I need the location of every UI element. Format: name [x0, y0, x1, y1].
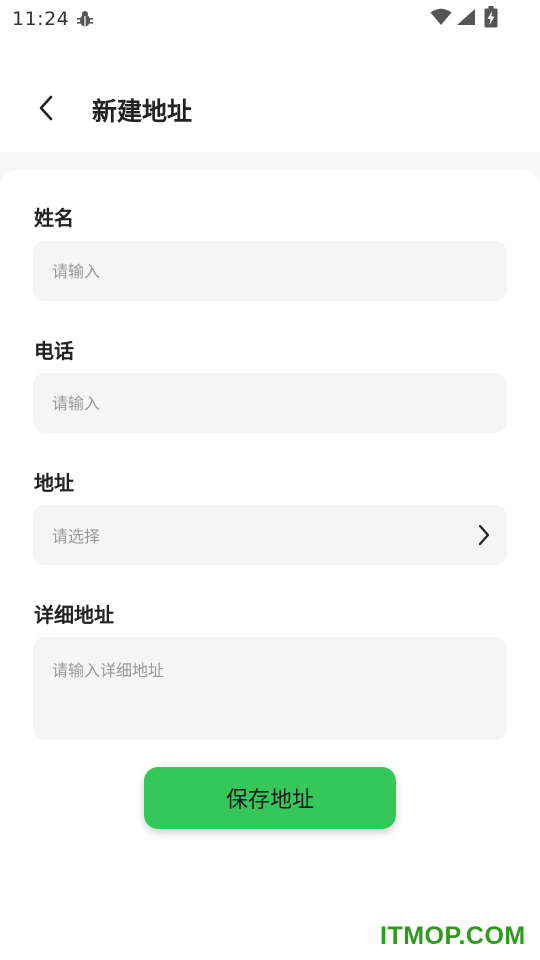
save-address-button[interactable]: 保存地址: [144, 767, 396, 829]
detail-address-field: [33, 637, 507, 740]
back-button[interactable]: [26, 88, 66, 128]
phone-input[interactable]: [33, 373, 507, 433]
detail-address-label: 详细地址: [34, 603, 114, 627]
address-label: 地址: [34, 471, 74, 495]
detail-address-textarea[interactable]: [33, 637, 507, 740]
battery-charging-icon: [484, 6, 498, 28]
wifi-icon: [430, 8, 452, 25]
address-select[interactable]: 请选择: [33, 505, 507, 565]
address-select-placeholder: 请选择: [52, 527, 101, 546]
chevron-left-icon: [39, 95, 53, 121]
status-bar: 11:24: [0, 0, 540, 36]
name-label: 姓名: [34, 206, 74, 230]
app-header: 新建地址: [0, 36, 540, 152]
new-address-screen: 11:24 新建地址 姓名 请输入 电话 请输入 地址 请选择 详细地址 请输入…: [0, 0, 540, 960]
watermark: ITMOP.COM: [380, 922, 526, 950]
phone-field: [33, 373, 507, 433]
name-field: [33, 241, 507, 301]
signal-icon: [457, 9, 475, 25]
bug-icon: [77, 11, 93, 27]
name-input[interactable]: [33, 241, 507, 301]
phone-label: 电话: [34, 339, 74, 363]
status-time: 11:24: [12, 8, 70, 30]
address-form: 姓名 电话 地址 请选择 详细地址 保存地址: [0, 170, 540, 960]
chevron-right-icon: [478, 524, 490, 546]
page-title: 新建地址: [92, 97, 193, 126]
